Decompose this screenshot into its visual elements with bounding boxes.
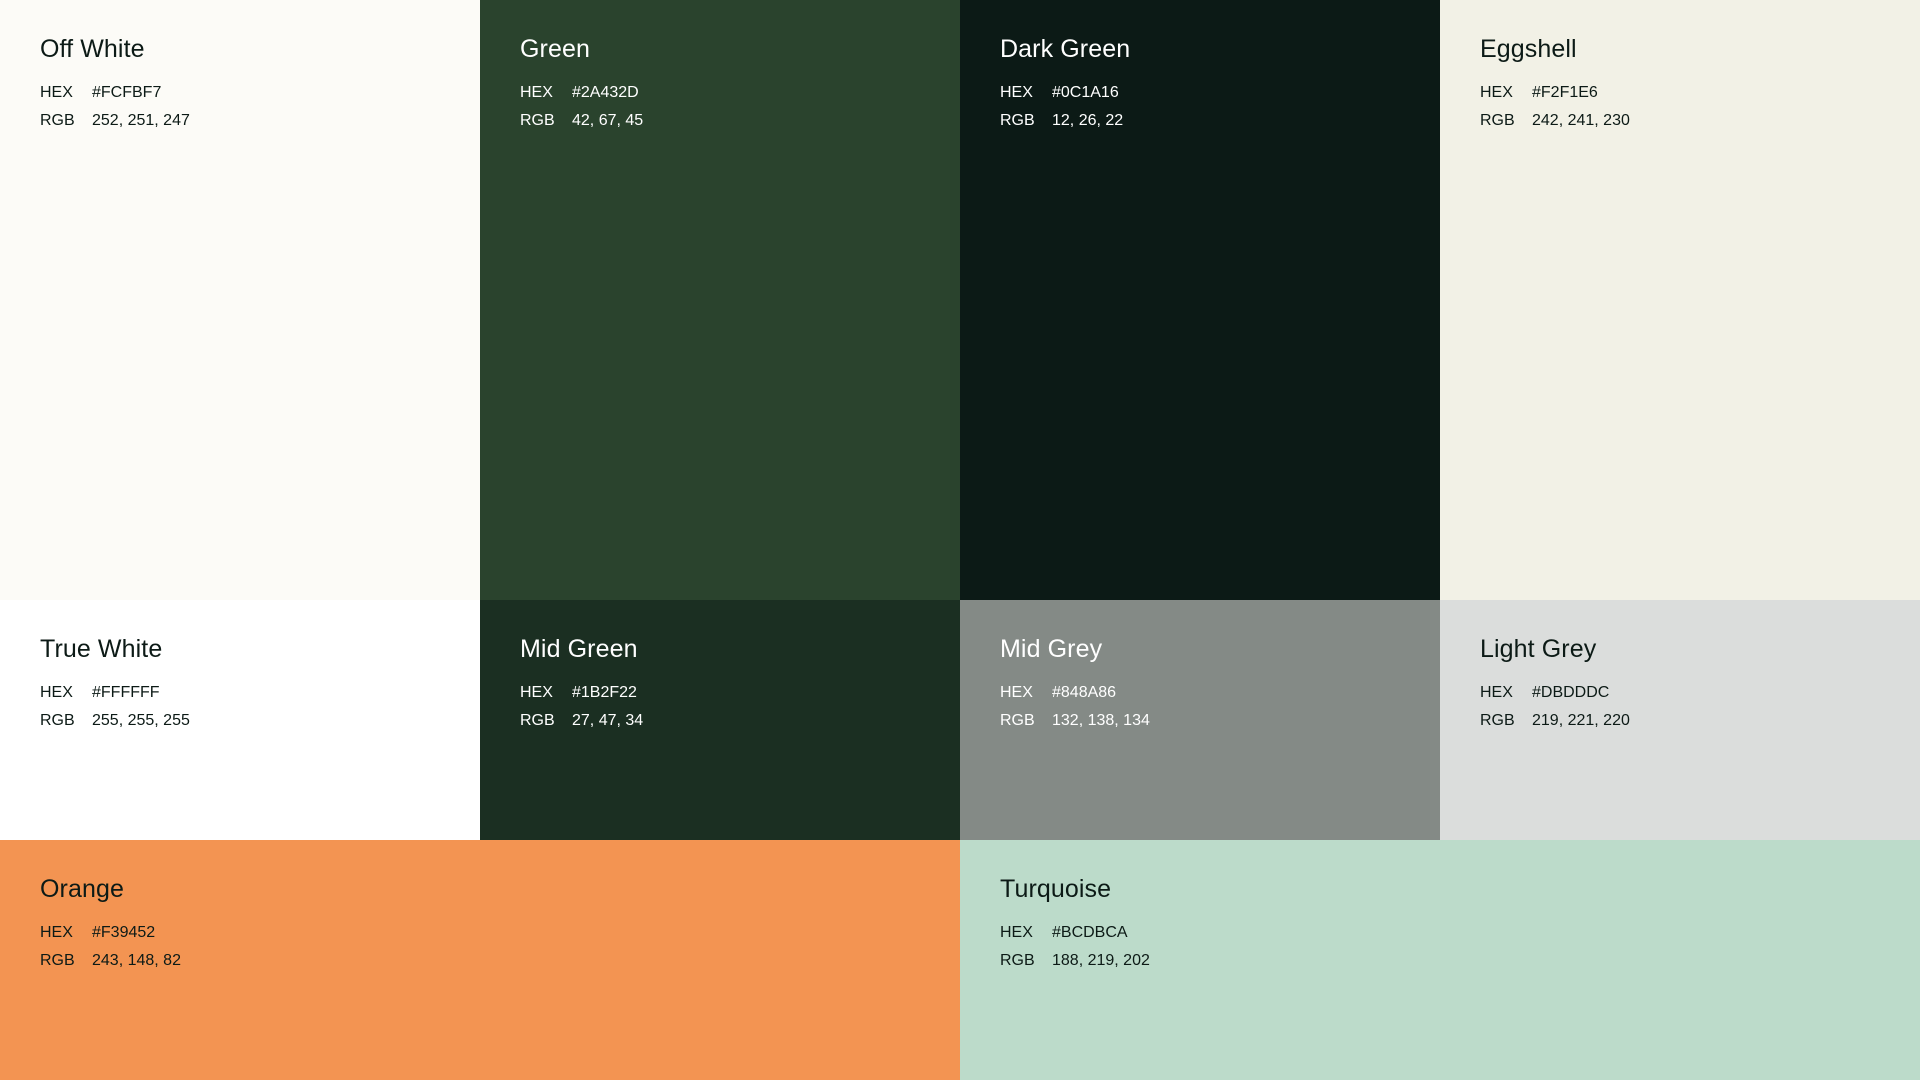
rgb-row: RGB 132, 138, 134 xyxy=(1000,707,1400,735)
hex-value: #1B2F22 xyxy=(572,684,637,701)
hex-label: HEX xyxy=(40,924,73,941)
rgb-value: 12, 26, 22 xyxy=(1052,112,1124,129)
swatch-name: Turquoise xyxy=(1000,875,1112,903)
hex-value: #FCFBF7 xyxy=(92,84,162,101)
hex-value: #F2F1E6 xyxy=(1532,84,1598,101)
rgb-row: RGB 219, 221, 220 xyxy=(1480,707,1880,735)
hex-row: HEX #DBDDDC xyxy=(1480,679,1880,707)
hex-label: HEX xyxy=(1480,684,1513,701)
swatch-turquoise: Turquoise HEX #BCDBCA RGB 188, 219, 202 xyxy=(960,840,1920,1080)
rgb-value: 242, 241, 230 xyxy=(1532,112,1630,129)
swatch-name: Light Grey xyxy=(1480,635,1597,663)
swatch-mid-green: Mid Green HEX #1B2F22 RGB 27, 47, 34 xyxy=(480,600,960,840)
rgb-label: RGB xyxy=(1480,712,1515,729)
rgb-row: RGB 252, 251, 247 xyxy=(40,107,440,135)
hex-row: HEX #FCFBF7 xyxy=(40,79,440,107)
rgb-row: RGB 188, 219, 202 xyxy=(1000,947,1880,975)
rgb-value: 252, 251, 247 xyxy=(92,112,190,129)
swatch-name: Orange xyxy=(40,875,124,903)
rgb-value: 243, 148, 82 xyxy=(92,952,181,969)
hex-value: #BCDBCA xyxy=(1052,924,1128,941)
swatch-name: True White xyxy=(40,635,163,663)
rgb-value: 132, 138, 134 xyxy=(1052,712,1150,729)
rgb-row: RGB 255, 255, 255 xyxy=(40,707,440,735)
hex-value: #DBDDDC xyxy=(1532,684,1610,701)
swatch-off-white: Off White HEX #FCFBF7 RGB 252, 251, 247 xyxy=(0,0,480,600)
hex-value: #2A432D xyxy=(572,84,639,101)
rgb-row: RGB 27, 47, 34 xyxy=(520,707,920,735)
swatch-green: Green HEX #2A432D RGB 42, 67, 45 xyxy=(480,0,960,600)
hex-label: HEX xyxy=(520,84,553,101)
swatch-name: Off White xyxy=(40,35,145,63)
rgb-label: RGB xyxy=(1480,112,1515,129)
swatch-eggshell: Eggshell HEX #F2F1E6 RGB 242, 241, 230 xyxy=(1440,0,1920,600)
hex-value: #0C1A16 xyxy=(1052,84,1119,101)
hex-label: HEX xyxy=(40,84,73,101)
rgb-value: 255, 255, 255 xyxy=(92,712,190,729)
rgb-value: 27, 47, 34 xyxy=(572,712,644,729)
swatch-name: Dark Green xyxy=(1000,35,1131,63)
rgb-label: RGB xyxy=(520,112,555,129)
swatch-mid-grey: Mid Grey HEX #848A86 RGB 132, 138, 134 xyxy=(960,600,1440,840)
hex-label: HEX xyxy=(40,684,73,701)
hex-row: HEX #2A432D xyxy=(520,79,920,107)
hex-row: HEX #F2F1E6 xyxy=(1480,79,1880,107)
rgb-row: RGB 42, 67, 45 xyxy=(520,107,920,135)
hex-row: HEX #F39452 xyxy=(40,919,920,947)
swatch-name: Mid Green xyxy=(520,635,638,663)
rgb-value: 219, 221, 220 xyxy=(1532,712,1630,729)
hex-label: HEX xyxy=(1480,84,1513,101)
rgb-value: 42, 67, 45 xyxy=(572,112,644,129)
hex-label: HEX xyxy=(1000,684,1033,701)
rgb-value: 188, 219, 202 xyxy=(1052,952,1150,969)
rgb-row: RGB 242, 241, 230 xyxy=(1480,107,1880,135)
rgb-label: RGB xyxy=(40,712,75,729)
rgb-label: RGB xyxy=(40,952,75,969)
swatch-name: Eggshell xyxy=(1480,35,1577,63)
rgb-label: RGB xyxy=(1000,712,1035,729)
rgb-row: RGB 12, 26, 22 xyxy=(1000,107,1400,135)
swatch-dark-green: Dark Green HEX #0C1A16 RGB 12, 26, 22 xyxy=(960,0,1440,600)
swatch-name: Mid Grey xyxy=(1000,635,1103,663)
hex-label: HEX xyxy=(1000,84,1033,101)
hex-row: HEX #BCDBCA xyxy=(1000,919,1880,947)
rgb-label: RGB xyxy=(1000,112,1035,129)
swatch-light-grey: Light Grey HEX #DBDDDC RGB 219, 221, 220 xyxy=(1440,600,1920,840)
swatch-orange: Orange HEX #F39452 RGB 243, 148, 82 xyxy=(0,840,960,1080)
hex-row: HEX #1B2F22 xyxy=(520,679,920,707)
hex-row: HEX #0C1A16 xyxy=(1000,79,1400,107)
hex-label: HEX xyxy=(1000,924,1033,941)
rgb-label: RGB xyxy=(40,112,75,129)
hex-value: #F39452 xyxy=(92,924,156,941)
hex-label: HEX xyxy=(520,684,553,701)
swatch-true-white: True White HEX #FFFFFF RGB 255, 255, 255 xyxy=(0,600,480,840)
color-palette: Off White HEX #FCFBF7 RGB 252, 251, 247 … xyxy=(0,0,1920,1080)
hex-value: #848A86 xyxy=(1052,684,1117,701)
swatch-name: Green xyxy=(520,35,590,63)
hex-row: HEX #FFFFFF xyxy=(40,679,440,707)
rgb-label: RGB xyxy=(1000,952,1035,969)
rgb-label: RGB xyxy=(520,712,555,729)
rgb-row: RGB 243, 148, 82 xyxy=(40,947,920,975)
hex-row: HEX #848A86 xyxy=(1000,679,1400,707)
hex-value: #FFFFFF xyxy=(92,684,160,701)
